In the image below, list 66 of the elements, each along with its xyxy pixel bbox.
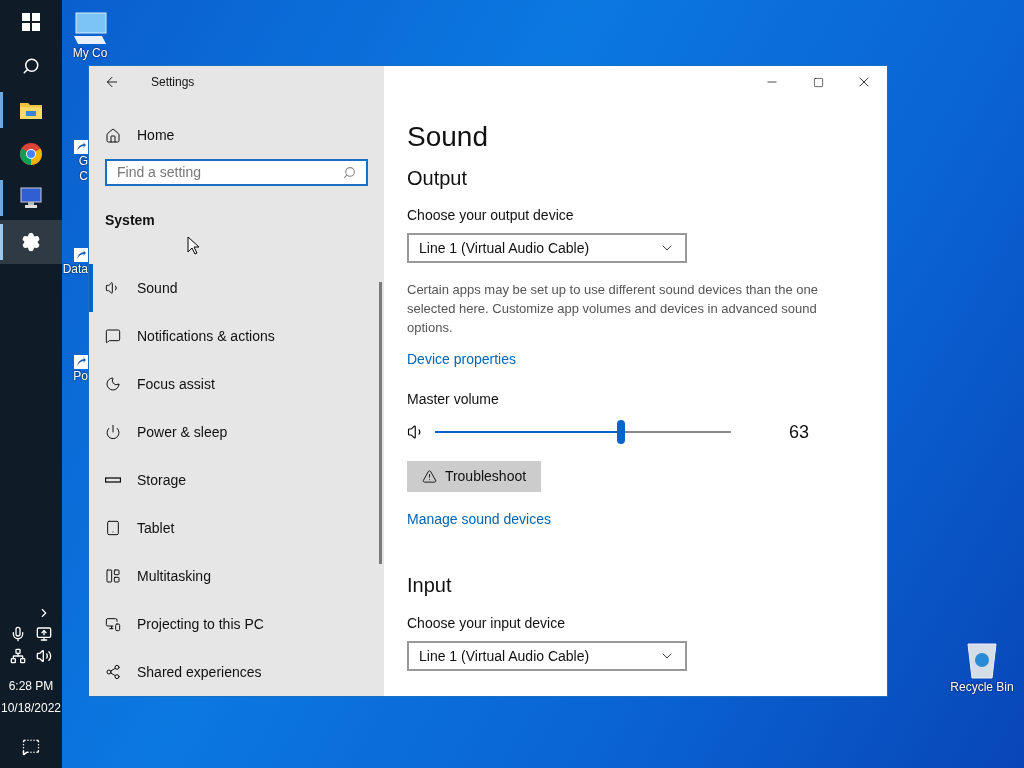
troubleshoot-button[interactable]: Troubleshoot bbox=[407, 461, 541, 492]
clock-time[interactable]: 6:28 PM bbox=[8, 678, 54, 694]
computer-icon bbox=[72, 12, 108, 46]
field-label: Master volume bbox=[407, 390, 500, 408]
action-center-icon[interactable] bbox=[22, 738, 40, 756]
maximize-icon bbox=[812, 76, 824, 88]
chrome-icon bbox=[20, 143, 42, 165]
nav-item[interactable]: Projecting to this PC bbox=[89, 600, 384, 648]
monitor-icon bbox=[20, 187, 42, 209]
microphone-icon[interactable] bbox=[10, 626, 26, 642]
desktop-icon-label: My Co bbox=[72, 46, 108, 61]
windows-layout-icon bbox=[105, 568, 121, 584]
desktop-icon-label: Data bbox=[62, 262, 88, 277]
slider-thumb[interactable] bbox=[617, 420, 626, 444]
output-device-dropdown[interactable]: Line 1 (Virtual Audio Cable) bbox=[407, 233, 687, 263]
window-title: Settings bbox=[151, 74, 195, 91]
search-icon bbox=[343, 166, 356, 180]
volume-reading: 63 bbox=[789, 420, 810, 444]
home-nav-item[interactable]: Home bbox=[89, 118, 384, 154]
running-indicator bbox=[0, 224, 3, 260]
network-icon[interactable] bbox=[10, 648, 26, 664]
desktop-icon-label: Recycle Bin bbox=[950, 680, 1014, 695]
folder-icon bbox=[20, 101, 42, 119]
nav-item[interactable]: Power & sleep bbox=[89, 408, 384, 456]
home-icon bbox=[105, 127, 121, 144]
gear-icon bbox=[21, 232, 41, 252]
nav-item[interactable]: Tablet bbox=[89, 504, 384, 552]
screens-icon bbox=[105, 616, 121, 632]
search-field[interactable]: Find a setting bbox=[105, 159, 368, 186]
field-label: Choose your output device bbox=[407, 206, 575, 224]
power-icon bbox=[105, 424, 121, 440]
windows-logo-icon bbox=[22, 13, 40, 31]
display-icon[interactable] bbox=[36, 626, 52, 642]
section-heading: Input bbox=[407, 573, 453, 598]
field-label: Choose your input device bbox=[407, 614, 566, 632]
nav-item[interactable]: Storage bbox=[89, 456, 384, 504]
device-properties-link[interactable]: Device properties bbox=[407, 349, 516, 370]
input-device-dropdown[interactable]: Line 1 (Virtual Audio Cable) bbox=[407, 641, 687, 671]
section-heading: System bbox=[105, 211, 156, 230]
volume-slider[interactable] bbox=[435, 420, 731, 444]
taskbar-button[interactable] bbox=[0, 220, 62, 264]
nav-item[interactable]: Focus assist bbox=[89, 360, 384, 408]
scrollbar[interactable] bbox=[379, 282, 382, 564]
search-input[interactable]: Find a setting bbox=[117, 162, 343, 184]
nav-item[interactable]: Notifications & actions bbox=[89, 312, 384, 360]
warning-icon bbox=[421, 469, 437, 484]
nav-item[interactable]: Multitasking bbox=[89, 552, 384, 600]
section-heading: Output bbox=[407, 166, 469, 191]
moon-icon bbox=[105, 376, 121, 392]
page-title: Sound bbox=[407, 120, 489, 154]
output-note: Certain apps may be set up to use different sound devices than the one selected here. Customize app volumes and devices in advanced sound options. bbox=[407, 281, 819, 337]
desktop-icon-label: Po bbox=[73, 369, 88, 384]
tablet-icon bbox=[105, 520, 121, 536]
cursor-icon bbox=[187, 236, 200, 255]
running-indicator bbox=[0, 92, 3, 128]
nav-item[interactable]: Shared experiences bbox=[89, 648, 384, 696]
search-icon bbox=[22, 57, 40, 75]
clock-date[interactable]: 10/18/2022 bbox=[0, 700, 62, 716]
speaker-icon[interactable] bbox=[36, 648, 52, 664]
desktop-icon-label: C bbox=[79, 169, 88, 184]
running-indicator bbox=[0, 180, 3, 216]
speech-bubble-icon bbox=[105, 328, 121, 344]
manage-sound-devices-link[interactable]: Manage sound devices bbox=[407, 509, 551, 530]
nodes-icon bbox=[105, 664, 121, 680]
recycle-bin-icon bbox=[964, 640, 1000, 680]
desktop-icon-label: G bbox=[78, 154, 88, 169]
